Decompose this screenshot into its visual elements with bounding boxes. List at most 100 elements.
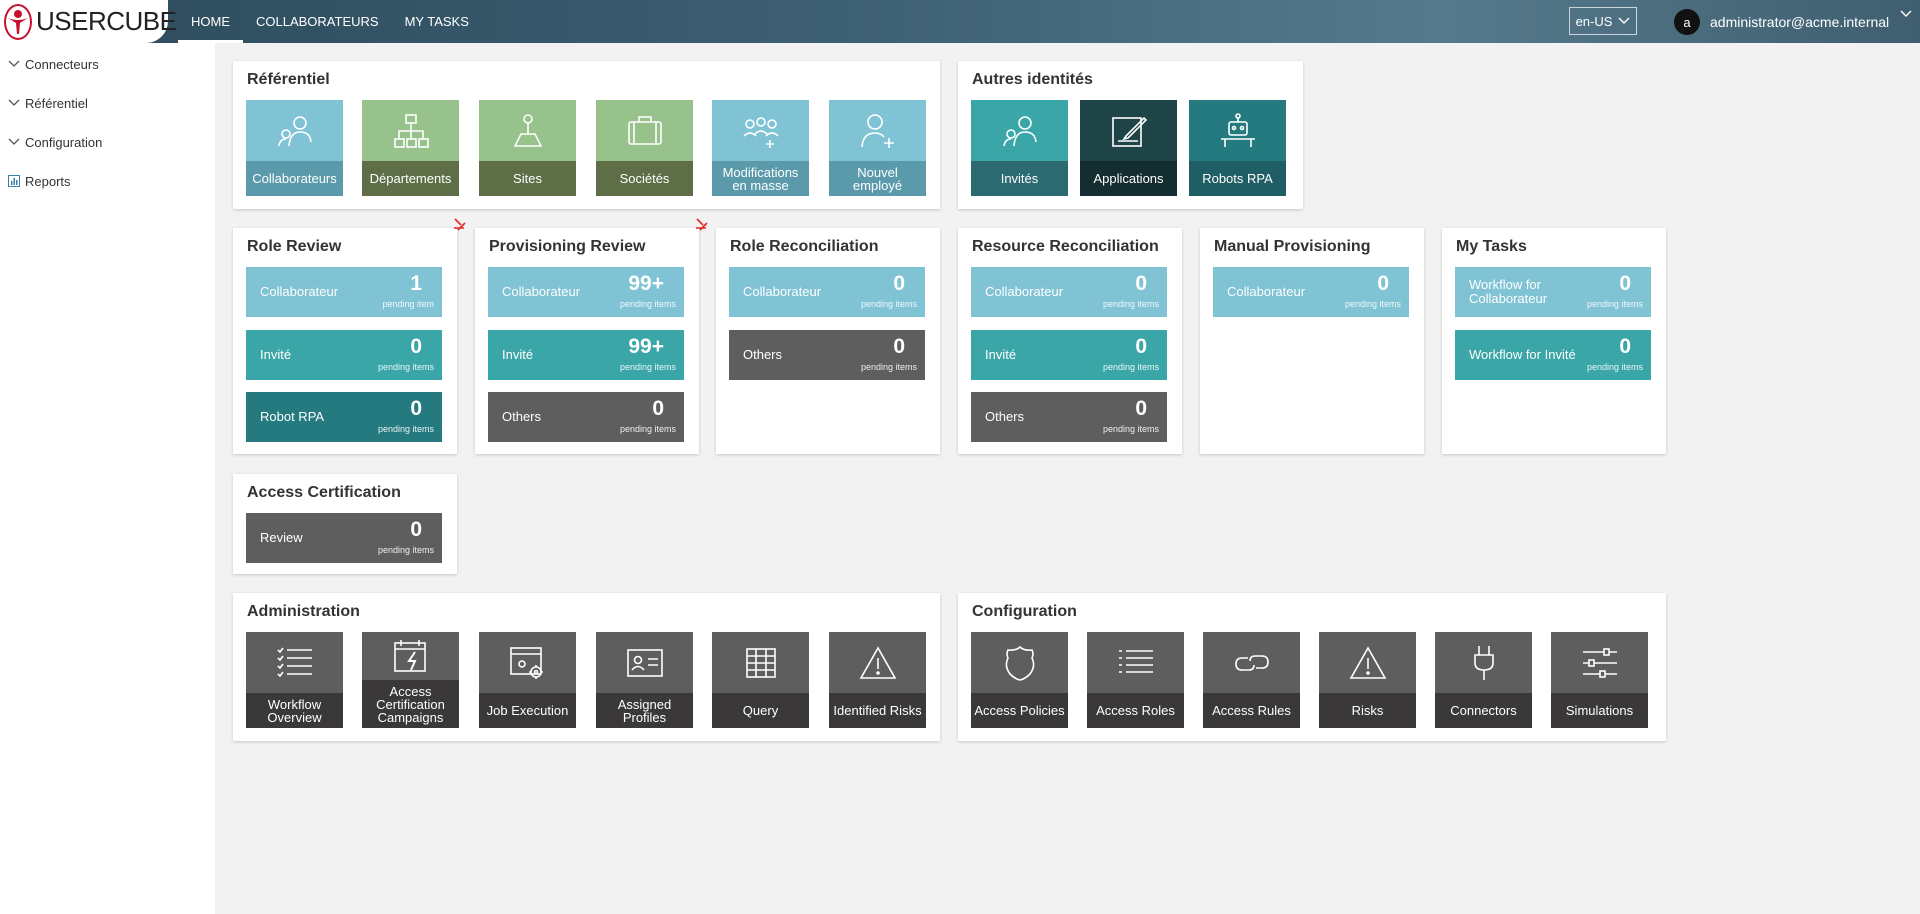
stat-count: 0 [410, 397, 422, 420]
stat-role-review-robot-rpa[interactable]: Robot RPA 0 pending items [246, 392, 442, 442]
tile-nouvel-employe[interactable]: Nouvel employé [829, 100, 926, 196]
card-title: Référentiel [247, 71, 330, 88]
stat-sub: pending items [619, 424, 676, 434]
tile-applications[interactable]: Applications [1080, 100, 1177, 196]
tile-label: Modifications en masse [712, 161, 809, 196]
stat-label: Collaborateur [985, 284, 1064, 299]
nav-home[interactable]: HOME [178, 0, 243, 43]
stat-label: Others [502, 409, 542, 424]
top-bar: USERCUBE HOME COLLABORATEURS MY TASKS en… [0, 0, 1920, 43]
provisioning-review-card: Provisioning Review Collaborateur 99+ pe… [475, 228, 699, 454]
stat-count: 0 [893, 335, 905, 358]
tile-label: Query [712, 693, 809, 728]
stat-provisioning-collaborateur[interactable]: Collaborateur 99+ pending items [488, 267, 684, 317]
stat-my-tasks-collaborateur[interactable]: Workflow for Collaborateur 0 pending ite… [1455, 267, 1651, 317]
tile-query[interactable]: Query [712, 632, 809, 728]
sidebar-item-connecteurs[interactable]: Connecteurs [8, 54, 99, 74]
stat-count: 0 [1135, 335, 1147, 358]
report-icon [8, 175, 20, 187]
tile-icon-area [971, 632, 1068, 693]
tile-sites[interactable]: Sites [479, 100, 576, 196]
tile-icon-area [1435, 632, 1532, 693]
tile-label: Risks [1319, 693, 1416, 728]
resource-reconciliation-card: Resource Reconciliation Collaborateur 0 … [958, 228, 1182, 454]
stat-access-certification-review[interactable]: Review 0 pending items [246, 513, 442, 563]
stat-sub: pending items [619, 362, 676, 372]
user-menu[interactable]: a administrator@acme.internal [1674, 9, 1889, 35]
tile-departements[interactable]: Départements [362, 100, 459, 196]
tile-label: Access Rules [1203, 693, 1300, 728]
sidebar-item-referentiel[interactable]: Référentiel [8, 93, 88, 113]
sidebar-item-reports[interactable]: Reports [8, 171, 71, 191]
tile-risks[interactable]: Risks [1319, 632, 1416, 728]
language-select[interactable]: en-US [1569, 7, 1637, 35]
tile-societes[interactable]: Sociétés [596, 100, 693, 196]
stat-resource-reconciliation-collaborateur[interactable]: Collaborateur 0 pending items [971, 267, 1167, 317]
user-plus-icon [860, 113, 894, 148]
stat-provisioning-invite[interactable]: Invité 99+ pending items [488, 330, 684, 380]
stat-label: Collaborateur [502, 284, 581, 299]
sidebar-item-label: Connecteurs [25, 56, 99, 72]
stat-manual-provisioning-collaborateur[interactable]: Collaborateur 0 pending items [1213, 267, 1409, 317]
tile-job-execution[interactable]: Job Execution [479, 632, 576, 728]
card-title: Access Certification [247, 484, 401, 501]
stat-resource-reconciliation-others[interactable]: Others 0 pending items [971, 392, 1167, 442]
tile-modifications-en-masse[interactable]: Modifications en masse [712, 100, 809, 196]
tile-collaborateurs[interactable]: Collaborateurs [246, 100, 343, 196]
stat-resource-reconciliation-invite[interactable]: Invité 0 pending items [971, 330, 1167, 380]
notification-badge-icon [696, 218, 708, 231]
stat-sub: pending items [1102, 424, 1159, 434]
logo[interactable]: USERCUBE [0, 0, 177, 43]
tile-label: Robots RPA [1189, 161, 1286, 196]
stat-role-reconciliation-others[interactable]: Others 0 pending items [729, 330, 925, 380]
my-tasks-card: My Tasks Workflow for Collaborateur 0 pe… [1442, 228, 1666, 454]
tile-label: Invités [971, 161, 1068, 196]
tile-workflow-overview[interactable]: Workflow Overview [246, 632, 343, 728]
nav-collaborateurs[interactable]: COLLABORATEURS [243, 0, 392, 43]
card-title: Configuration [972, 603, 1077, 620]
tile-robots-rpa[interactable]: Robots RPA [1189, 100, 1286, 196]
tile-identified-risks[interactable]: Identified Risks [829, 632, 926, 728]
stat-label: Collaborateur [1227, 284, 1306, 299]
tile-access-rules[interactable]: Access Rules [1203, 632, 1300, 728]
user-icon [1002, 115, 1037, 146]
stat-sub: pending items [377, 424, 434, 434]
tile-invites[interactable]: Invités [971, 100, 1068, 196]
stat-label: Review [260, 530, 303, 545]
stat-my-tasks-invite[interactable]: Workflow for Invité 0 pending items [1455, 330, 1651, 380]
avatar: a [1674, 9, 1700, 35]
tile-assigned-profiles[interactable]: Assigned Profiles [596, 632, 693, 728]
tile-icon-area [1203, 632, 1300, 693]
tile-access-certification-campaigns[interactable]: Access Certification Campaigns [362, 632, 459, 728]
sidebar-item-configuration[interactable]: Configuration [8, 132, 102, 152]
org-chart-icon [393, 113, 429, 148]
sidebar-item-label: Référentiel [25, 95, 88, 111]
card-title: Role Reconciliation [730, 238, 879, 255]
tile-icon-area [1087, 632, 1184, 693]
tile-access-roles[interactable]: Access Roles [1087, 632, 1184, 728]
tile-label: Access Policies [971, 693, 1068, 728]
stat-label: Others [743, 347, 783, 362]
stat-role-review-collaborateur[interactable]: Collaborateur 1 pending item [246, 267, 442, 317]
tile-label: Nouvel employé [829, 161, 926, 196]
chevron-down-icon[interactable] [1900, 10, 1912, 18]
stat-role-review-invite[interactable]: Invité 0 pending items [246, 330, 442, 380]
tile-connectors[interactable]: Connectors [1435, 632, 1532, 728]
chevron-down-icon [1618, 17, 1630, 24]
tile-icon-area [479, 100, 576, 161]
referentiel-card: Référentiel Collaborateurs Départements … [233, 61, 940, 209]
stat-count: 0 [652, 397, 664, 420]
administration-card: Administration Workflow Overview Access … [233, 593, 940, 741]
stat-provisioning-others[interactable]: Others 0 pending items [488, 392, 684, 442]
tile-icon-area [246, 632, 343, 693]
tile-simulations[interactable]: Simulations [1551, 632, 1648, 728]
card-title: Role Review [247, 238, 342, 255]
stat-label: Collaborateur [743, 284, 822, 299]
user-email: administrator@acme.internal [1710, 14, 1890, 30]
tile-icon-area [1080, 100, 1177, 161]
stat-role-reconciliation-collaborateur[interactable]: Collaborateur 0 pending items [729, 267, 925, 317]
tile-label: Identified Risks [829, 693, 926, 728]
nav-my-tasks[interactable]: MY TASKS [392, 0, 482, 43]
table-icon [745, 647, 776, 678]
tile-access-policies[interactable]: Access Policies [971, 632, 1068, 728]
